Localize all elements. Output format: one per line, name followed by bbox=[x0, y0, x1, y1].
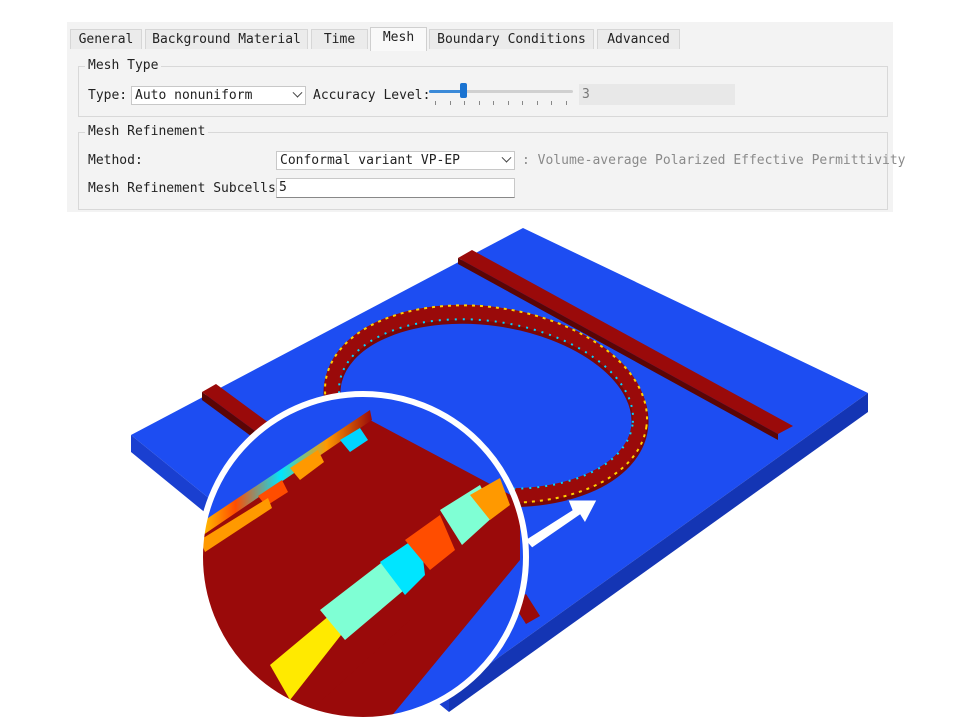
mesh-visualization-3d bbox=[131, 228, 868, 720]
